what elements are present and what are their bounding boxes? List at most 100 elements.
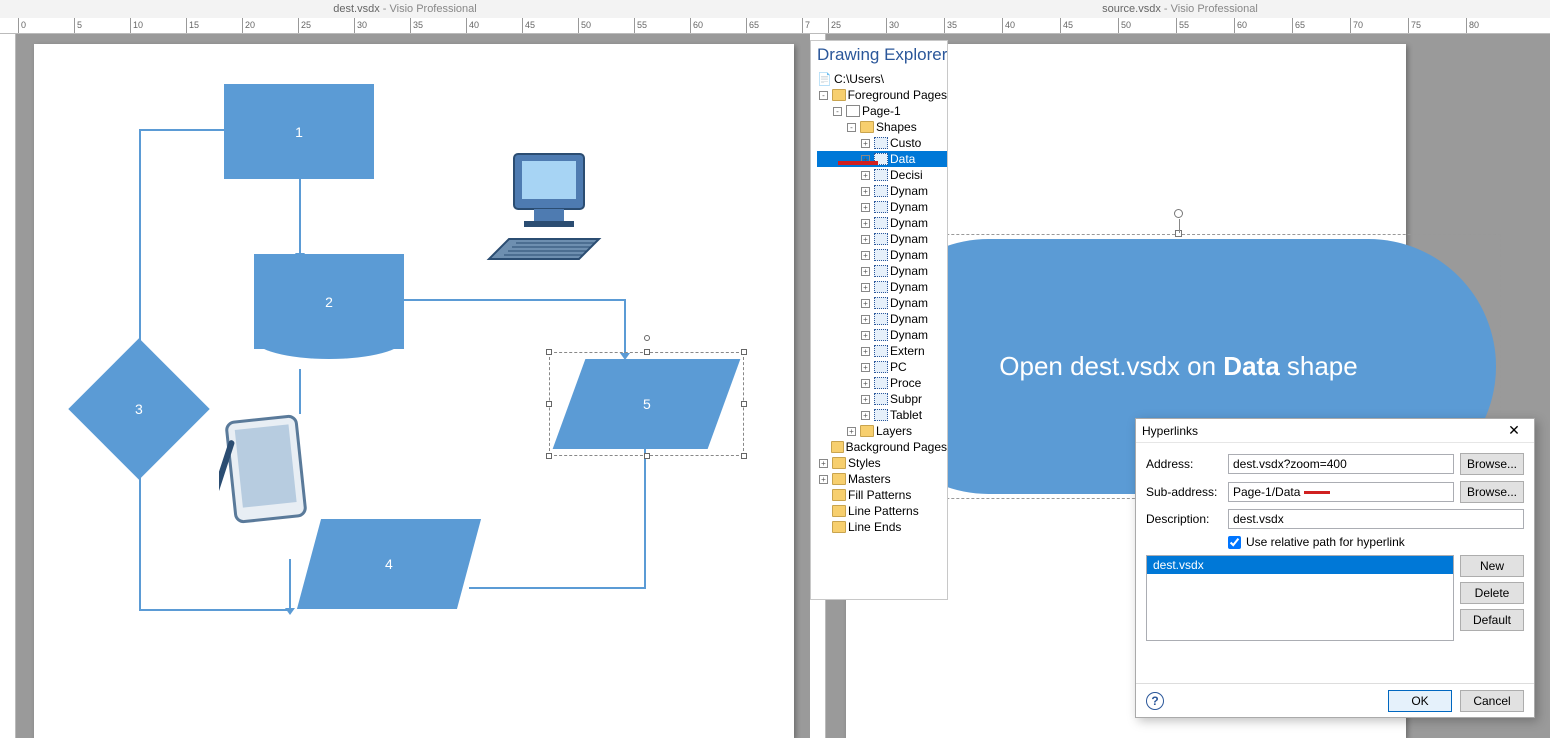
drawing-explorer-title: Drawing Explorer <box>811 41 947 69</box>
new-button[interactable]: New <box>1460 555 1524 577</box>
cancel-button[interactable]: Cancel <box>1460 690 1524 712</box>
drawing-explorer-panel[interactable]: Drawing Explorer 📄 C:\Users\ -Foreground… <box>810 40 948 600</box>
drawing-explorer-tree[interactable]: 📄 C:\Users\ -Foreground Pages-Page-1-Sha… <box>811 69 947 539</box>
tree-node[interactable]: +Dynam <box>817 199 947 215</box>
connector[interactable] <box>139 459 141 609</box>
tree-node[interactable]: - Page-1 <box>817 103 947 119</box>
data-shape-5[interactable]: 5 <box>553 359 741 449</box>
connector[interactable] <box>139 129 141 364</box>
tree-node[interactable]: +Dynam <box>817 183 947 199</box>
expand-toggle-icon[interactable]: + <box>819 459 828 468</box>
tree-node-label: Line Ends <box>848 520 901 534</box>
list-item[interactable]: dest.vsdx <box>1147 556 1453 574</box>
tree-node[interactable]: Line Patterns <box>817 503 947 519</box>
tree-node[interactable]: -Shapes <box>817 119 947 135</box>
shape-label: 3 <box>135 401 143 417</box>
tree-node[interactable]: +Tablet <box>817 407 947 423</box>
tree-node[interactable]: Line Ends <box>817 519 947 535</box>
drawing-workspace-left[interactable]: 1 2 3 4 5 <box>0 34 810 738</box>
expand-toggle-icon[interactable]: + <box>861 139 870 148</box>
tree-node[interactable]: +Dynam <box>817 231 947 247</box>
tree-node[interactable]: +Custo <box>817 135 947 151</box>
expand-toggle-icon[interactable]: - <box>847 123 856 132</box>
dialog-titlebar[interactable]: Hyperlinks ✕ <box>1136 419 1534 443</box>
expand-toggle-icon[interactable]: + <box>861 171 870 180</box>
hyperlinks-listbox[interactable]: dest.vsdx <box>1146 555 1454 641</box>
expand-toggle-icon[interactable]: - <box>819 91 828 100</box>
tree-node[interactable]: +Dynam <box>817 263 947 279</box>
delete-button[interactable]: Delete <box>1460 582 1524 604</box>
expand-toggle-icon[interactable]: + <box>861 395 870 404</box>
expand-toggle-icon[interactable]: + <box>861 251 870 260</box>
tree-node[interactable]: +Dynam <box>817 215 947 231</box>
address-input[interactable] <box>1228 454 1454 474</box>
tree-node[interactable]: +Subpr <box>817 391 947 407</box>
tree-node[interactable]: +Dynam <box>817 311 947 327</box>
connector[interactable] <box>469 587 646 589</box>
tree-node[interactable]: +Masters <box>817 471 947 487</box>
rotate-handle-icon[interactable] <box>1174 209 1183 218</box>
expand-toggle-icon[interactable]: + <box>861 315 870 324</box>
tree-node[interactable]: +Data <box>817 151 947 167</box>
tree-root[interactable]: 📄 C:\Users\ <box>817 71 947 87</box>
expand-toggle-icon[interactable]: + <box>861 267 870 276</box>
description-input[interactable] <box>1228 509 1524 529</box>
tree-node[interactable]: -Foreground Pages <box>817 87 947 103</box>
process-shape-1[interactable]: 1 <box>224 84 374 179</box>
expand-toggle-icon[interactable]: + <box>819 475 828 484</box>
connector[interactable] <box>139 609 289 611</box>
hyperlinks-dialog[interactable]: Hyperlinks ✕ Address: Browse... Sub-addr… <box>1135 418 1535 718</box>
tree-node[interactable]: Background Pages <box>817 439 947 455</box>
expand-toggle-icon[interactable]: + <box>861 299 870 308</box>
expand-toggle-icon[interactable]: + <box>861 235 870 244</box>
connector[interactable] <box>644 449 646 589</box>
expand-toggle-icon[interactable]: + <box>861 379 870 388</box>
expand-toggle-icon[interactable]: + <box>861 187 870 196</box>
pc-clipart-icon[interactable] <box>484 149 614 284</box>
tree-node[interactable]: +Dynam <box>817 247 947 263</box>
connector[interactable] <box>624 299 626 354</box>
connector[interactable] <box>299 179 301 254</box>
folder-icon <box>831 441 844 453</box>
close-icon[interactable]: ✕ <box>1500 422 1528 439</box>
tree-node[interactable]: +Extern <box>817 343 947 359</box>
tree-node[interactable]: +Proce <box>817 375 947 391</box>
tree-node[interactable]: +Dynam <box>817 327 947 343</box>
expand-toggle-icon[interactable]: + <box>861 331 870 340</box>
default-button[interactable]: Default <box>1460 609 1524 631</box>
tree-node[interactable]: +Styles <box>817 455 947 471</box>
tree-node[interactable]: Fill Patterns <box>817 487 947 503</box>
expand-toggle-icon[interactable]: - <box>833 107 842 116</box>
connector[interactable] <box>404 299 624 301</box>
connector[interactable] <box>299 369 301 414</box>
expand-toggle-icon[interactable]: + <box>861 203 870 212</box>
connector[interactable] <box>289 559 291 609</box>
tablet-clipart-icon[interactable] <box>219 409 309 534</box>
ok-button[interactable]: OK <box>1388 690 1452 712</box>
shape-icon <box>874 201 888 213</box>
tree-node[interactable]: +Layers <box>817 423 947 439</box>
relative-path-checkbox[interactable] <box>1228 536 1241 549</box>
help-icon[interactable]: ? <box>1146 692 1164 710</box>
connector[interactable] <box>139 129 224 131</box>
expand-toggle-icon[interactable]: + <box>861 347 870 356</box>
drawing-page-left[interactable]: 1 2 3 4 5 <box>34 44 794 738</box>
tree-node-label: Page-1 <box>862 104 901 118</box>
browse-address-button[interactable]: Browse... <box>1460 453 1524 475</box>
expand-toggle-icon[interactable]: + <box>861 283 870 292</box>
document-shape-2[interactable]: 2 <box>254 254 404 349</box>
decision-shape-3[interactable]: 3 <box>68 338 209 479</box>
expand-toggle-icon[interactable]: + <box>861 363 870 372</box>
ruler-tick: 55 <box>634 18 635 34</box>
manual-input-shape-4[interactable]: 4 <box>297 519 481 609</box>
tree-node[interactable]: +Dynam <box>817 279 947 295</box>
expand-toggle-icon[interactable]: + <box>861 219 870 228</box>
tree-node[interactable]: +PC <box>817 359 947 375</box>
browse-subaddress-button[interactable]: Browse... <box>1460 481 1524 503</box>
expand-toggle-icon[interactable]: + <box>847 427 856 436</box>
tree-node[interactable]: +Dynam <box>817 295 947 311</box>
expand-toggle-icon[interactable]: + <box>861 411 870 420</box>
tree-node[interactable]: +Decisi <box>817 167 947 183</box>
shape-icon <box>874 393 888 405</box>
subaddress-input[interactable]: Page-1/Data <box>1228 482 1454 502</box>
